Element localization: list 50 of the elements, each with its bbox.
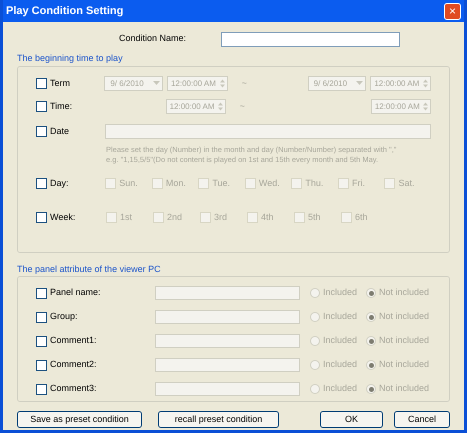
close-button[interactable]: × [444, 2, 461, 20]
save-preset-button[interactable]: Save as preset condition [17, 411, 142, 428]
radio-button[interactable]: Included [310, 358, 366, 372]
radio-button[interactable]: Not included [366, 286, 430, 300]
radio-button[interactable]: Included [310, 334, 366, 348]
checkbox[interactable]: Group: [36, 310, 155, 324]
text-field[interactable] [155, 382, 300, 396]
checkbox[interactable]: Comment3: [36, 382, 155, 396]
range-separator: ~ [242, 76, 247, 90]
date-dropdown[interactable]: 9/ 6/2010 [104, 76, 164, 91]
time-spinner[interactable]: 12:00:00 AM [370, 99, 431, 114]
checkbox[interactable]: Comment1: [36, 334, 155, 348]
caret-icon [153, 81, 160, 86]
caret-icon [356, 81, 364, 86]
radio-button[interactable]: Not included [366, 334, 430, 348]
checkbox[interactable]: Time: [36, 100, 166, 114]
spin-arrows-icon [423, 102, 428, 111]
field-label: Condition Name: [119, 32, 188, 46]
spin-arrows-icon [220, 79, 225, 88]
group-title: The panel attribute of the viewer PC [17, 262, 162, 276]
time-spinner[interactable]: 12:00:00 AM [370, 76, 432, 91]
recall-preset-button[interactable]: recall preset condition [158, 411, 279, 428]
checkbox[interactable]: Date [36, 124, 106, 138]
spin-arrows-icon [218, 102, 223, 111]
text-field[interactable] [155, 310, 300, 324]
time-spinner[interactable]: 12:00:00 AM [166, 76, 228, 91]
checkbox[interactable]: Panel name: [36, 286, 155, 300]
cancel-button[interactable]: Cancel [394, 411, 450, 428]
checkbox[interactable]: Week: [36, 210, 106, 224]
text-field[interactable] [155, 286, 300, 300]
radio-button[interactable]: Included [310, 382, 366, 396]
checkbox[interactable]: Day: [36, 176, 106, 190]
radio-button[interactable]: Included [310, 310, 366, 324]
text-field[interactable] [155, 334, 300, 348]
checkbox[interactable]: Comment2: [36, 358, 155, 372]
group-title: The beginning time to play [17, 52, 124, 65]
ok-button[interactable]: OK [320, 411, 383, 428]
radio-button[interactable]: Not included [366, 310, 430, 324]
checkbox[interactable]: Term [36, 76, 104, 90]
spin-arrows-icon [423, 79, 428, 88]
date-field[interactable] [105, 124, 431, 139]
date-dropdown[interactable]: 9/ 6/2010 [308, 76, 366, 91]
radio-button[interactable]: Included [310, 286, 366, 300]
range-separator: ~ [240, 100, 245, 113]
text-field[interactable] [155, 358, 300, 372]
window-title: Play Condition Setting [6, 4, 124, 19]
radio-button[interactable]: Not included [366, 382, 430, 396]
condition-name-field[interactable] [221, 32, 400, 46]
time-spinner[interactable]: 12:00:00 AM [166, 99, 226, 114]
radio-button[interactable]: Not included [366, 358, 430, 372]
